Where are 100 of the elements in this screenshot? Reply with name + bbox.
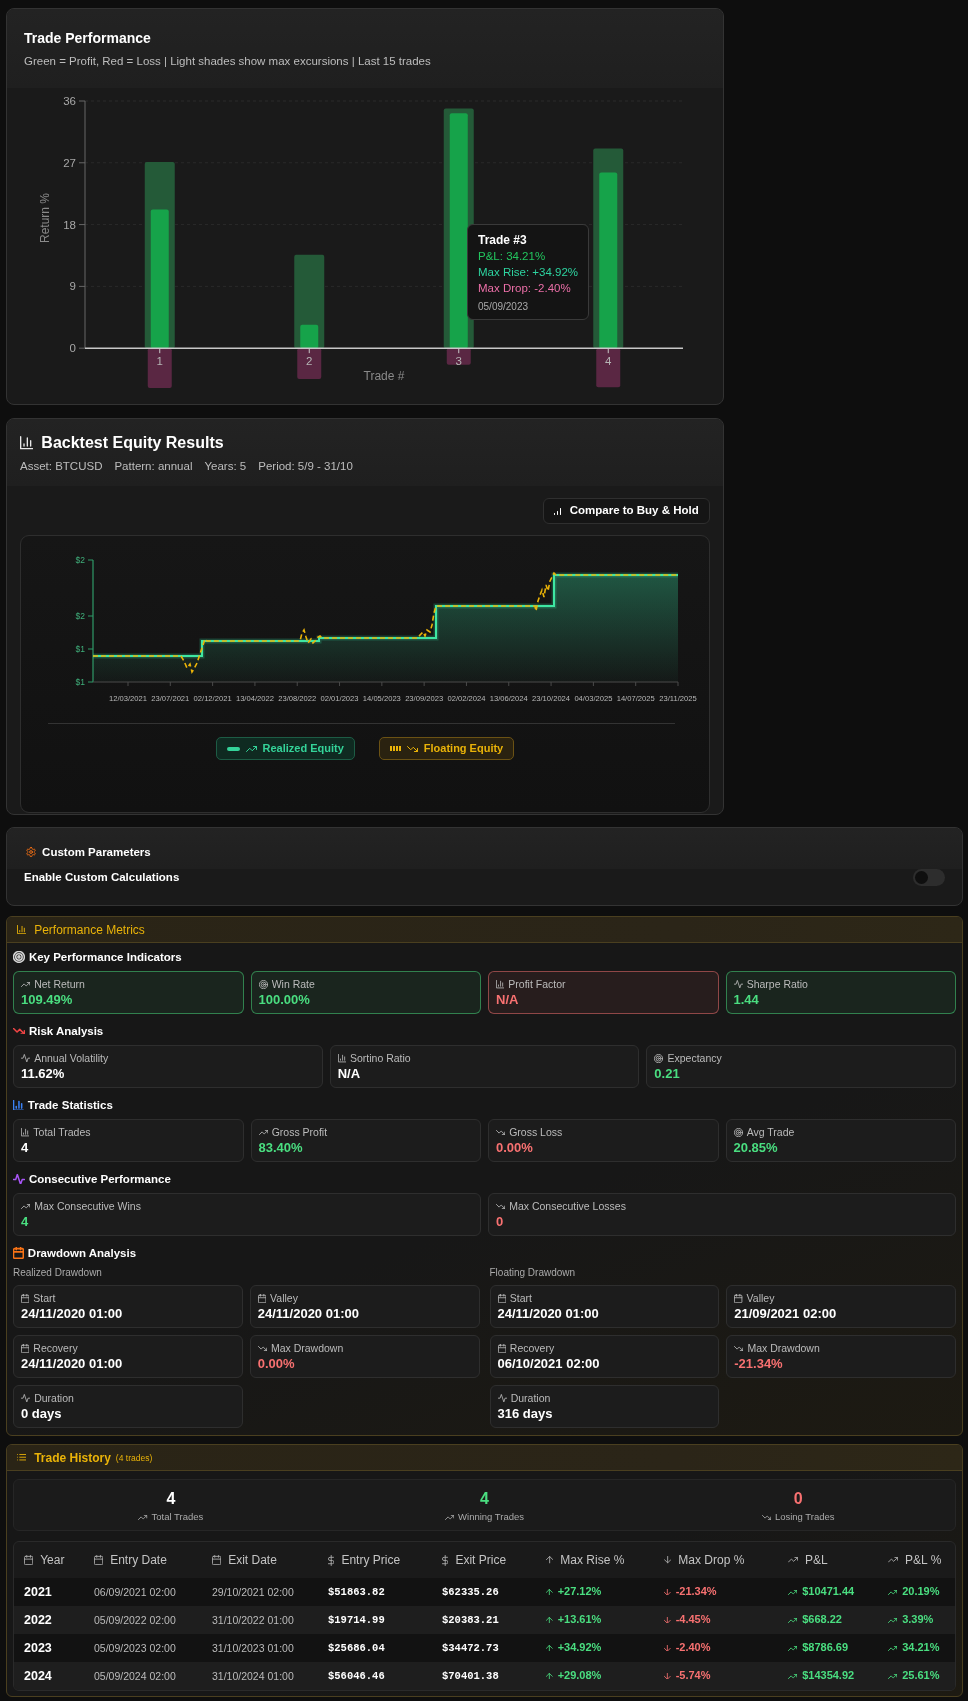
- toggle-switch[interactable]: [913, 869, 945, 886]
- metric-label: Gross Loss: [509, 1126, 563, 1139]
- trend-up-icon: [788, 1589, 798, 1595]
- dashed-swatch-icon: [389, 746, 401, 751]
- table-cell: $14354.92: [802, 1669, 855, 1683]
- meta-label: Asset: BTCUSD: [20, 459, 103, 473]
- stat-label: Total Trades: [151, 1511, 204, 1523]
- axis-tick-label: $2: [75, 555, 85, 565]
- metric-value: -21.34%: [734, 1356, 783, 1371]
- section-title: Key Performance Indicators: [28, 950, 182, 964]
- legend-toggle[interactable]: Realized Equity: [215, 737, 355, 760]
- metric-value: 06/10/2021 02:00: [497, 1356, 600, 1371]
- metric-value: 24/11/2020 01:00: [21, 1306, 123, 1321]
- table-cell: 3.39%: [902, 1613, 934, 1627]
- column-header: Max Rise %: [560, 1552, 625, 1568]
- column-header: Exit Date: [228, 1552, 277, 1568]
- trend-down-icon: [496, 1204, 506, 1209]
- table-cell: $70401.38: [442, 1669, 499, 1683]
- trend-up-icon: [245, 745, 257, 752]
- trade-count: (4 trades): [115, 1452, 153, 1463]
- arrow-up-icon: [546, 1672, 553, 1680]
- trend-up-icon: [21, 982, 31, 987]
- arrow-up-icon: [546, 1644, 553, 1652]
- stat-value: 4: [166, 1490, 176, 1508]
- meta-label: Period: 5/9 - 31/10: [258, 459, 353, 473]
- metric-value: 0.00%: [496, 1140, 533, 1155]
- max-drop-bar: [297, 348, 322, 380]
- trend-down-icon: [496, 1130, 506, 1135]
- table-cell: 2024: [24, 1668, 52, 1684]
- arrow-down-icon: [664, 1556, 672, 1564]
- section-title: Risk Analysis: [28, 1024, 104, 1038]
- metric-label: Duration: [510, 1392, 551, 1405]
- table-cell: 2023: [24, 1640, 52, 1656]
- toggle-label: Enable Custom Calculations: [24, 870, 180, 885]
- table-cell: 25.61%: [902, 1669, 940, 1683]
- calendar-icon: [497, 1293, 506, 1304]
- metric-value: N/A: [337, 1066, 361, 1081]
- metric-label: Annual Volatility: [34, 1052, 109, 1065]
- table-cell: 31/10/2023 01:00: [212, 1641, 294, 1655]
- arrow-up-icon: [546, 1556, 554, 1564]
- table-cell: $34472.73: [442, 1641, 499, 1655]
- max-drop-bar: [147, 348, 172, 388]
- trend-up-icon: [788, 1557, 799, 1563]
- table-cell: 05/09/2023 02:00: [94, 1641, 176, 1655]
- metric-label: Max Consecutive Wins: [34, 1200, 141, 1213]
- compare-button[interactable]: Compare to Buy & Hold: [542, 498, 710, 524]
- metric-label: Profit Factor: [508, 978, 566, 991]
- arrow-down-icon: [664, 1644, 671, 1652]
- metric-label: Duration: [34, 1392, 74, 1405]
- metric-label: Max Consecutive Losses: [509, 1200, 626, 1213]
- trend-up-icon: [788, 1673, 798, 1679]
- card-title: Trade Performance: [24, 29, 151, 47]
- trend-up-icon: [888, 1557, 899, 1563]
- axis-tick-label: 1: [156, 355, 163, 368]
- card-subtitle: Green = Profit, Red = Loss | Light shades show max excursions | Last 15 trades: [24, 54, 431, 68]
- tooltip-title: Trade #3: [478, 232, 527, 248]
- axis-tick-label: 2: [306, 355, 313, 368]
- pulse-icon: [497, 1394, 507, 1403]
- stat-label: Winning Trades: [458, 1511, 525, 1523]
- table-cell: 31/10/2024 01:00: [212, 1669, 294, 1683]
- table-cell: -4.45%: [675, 1613, 711, 1627]
- arrow-down-icon: [664, 1616, 671, 1624]
- trend-up-icon: [888, 1617, 898, 1623]
- axis-tick-label: 18: [63, 218, 76, 231]
- card-title: Trade History: [34, 1450, 111, 1465]
- target-icon: [258, 979, 268, 990]
- table-cell: $62335.26: [442, 1585, 499, 1599]
- arrow-down-icon: [664, 1672, 671, 1680]
- bar-chart-icon: [496, 980, 505, 989]
- pulse-icon: [733, 980, 743, 989]
- trend-up-icon: [788, 1645, 798, 1651]
- axis-tick-label: 4: [605, 355, 612, 368]
- metric-value: 1.44: [733, 992, 759, 1007]
- tooltip-line: Max Rise: +34.92%: [478, 265, 579, 280]
- table-cell: 34.21%: [902, 1641, 940, 1655]
- section-title: Trade Statistics: [27, 1098, 113, 1112]
- trend-up-icon: [788, 1617, 798, 1623]
- table-cell: $10471.44: [802, 1585, 855, 1599]
- table-cell: 2022: [24, 1612, 52, 1628]
- legend-toggle[interactable]: Floating Equity: [378, 737, 515, 760]
- axis-tick-label: 3: [455, 355, 462, 368]
- arrow-up-icon: [546, 1616, 553, 1624]
- bar-chart-icon: [20, 436, 34, 450]
- table-cell: 05/09/2022 02:00: [94, 1613, 176, 1627]
- metric-value: 0 days: [21, 1406, 62, 1421]
- table-cell: $8786.69: [802, 1641, 849, 1655]
- axis-tick-label: 9: [69, 280, 76, 293]
- metric-value: 83.40%: [258, 1140, 303, 1155]
- axis-tick-label: 36: [63, 95, 76, 107]
- metric-label: Start: [509, 1292, 532, 1305]
- bar-chart-icon: [21, 1128, 30, 1137]
- table-cell: $20383.21: [442, 1613, 499, 1627]
- table-cell: 05/09/2024 02:00: [94, 1669, 176, 1683]
- bar-chart-icon: [337, 1054, 346, 1063]
- metric-label: Sortino Ratio: [350, 1052, 411, 1065]
- axis-tick-label: 27: [63, 156, 76, 169]
- metric-value: 21/09/2021 02:00: [734, 1306, 837, 1321]
- metric-value: 0.00%: [257, 1356, 295, 1371]
- settings-icon: [26, 846, 37, 858]
- list-icon: [17, 1454, 27, 1461]
